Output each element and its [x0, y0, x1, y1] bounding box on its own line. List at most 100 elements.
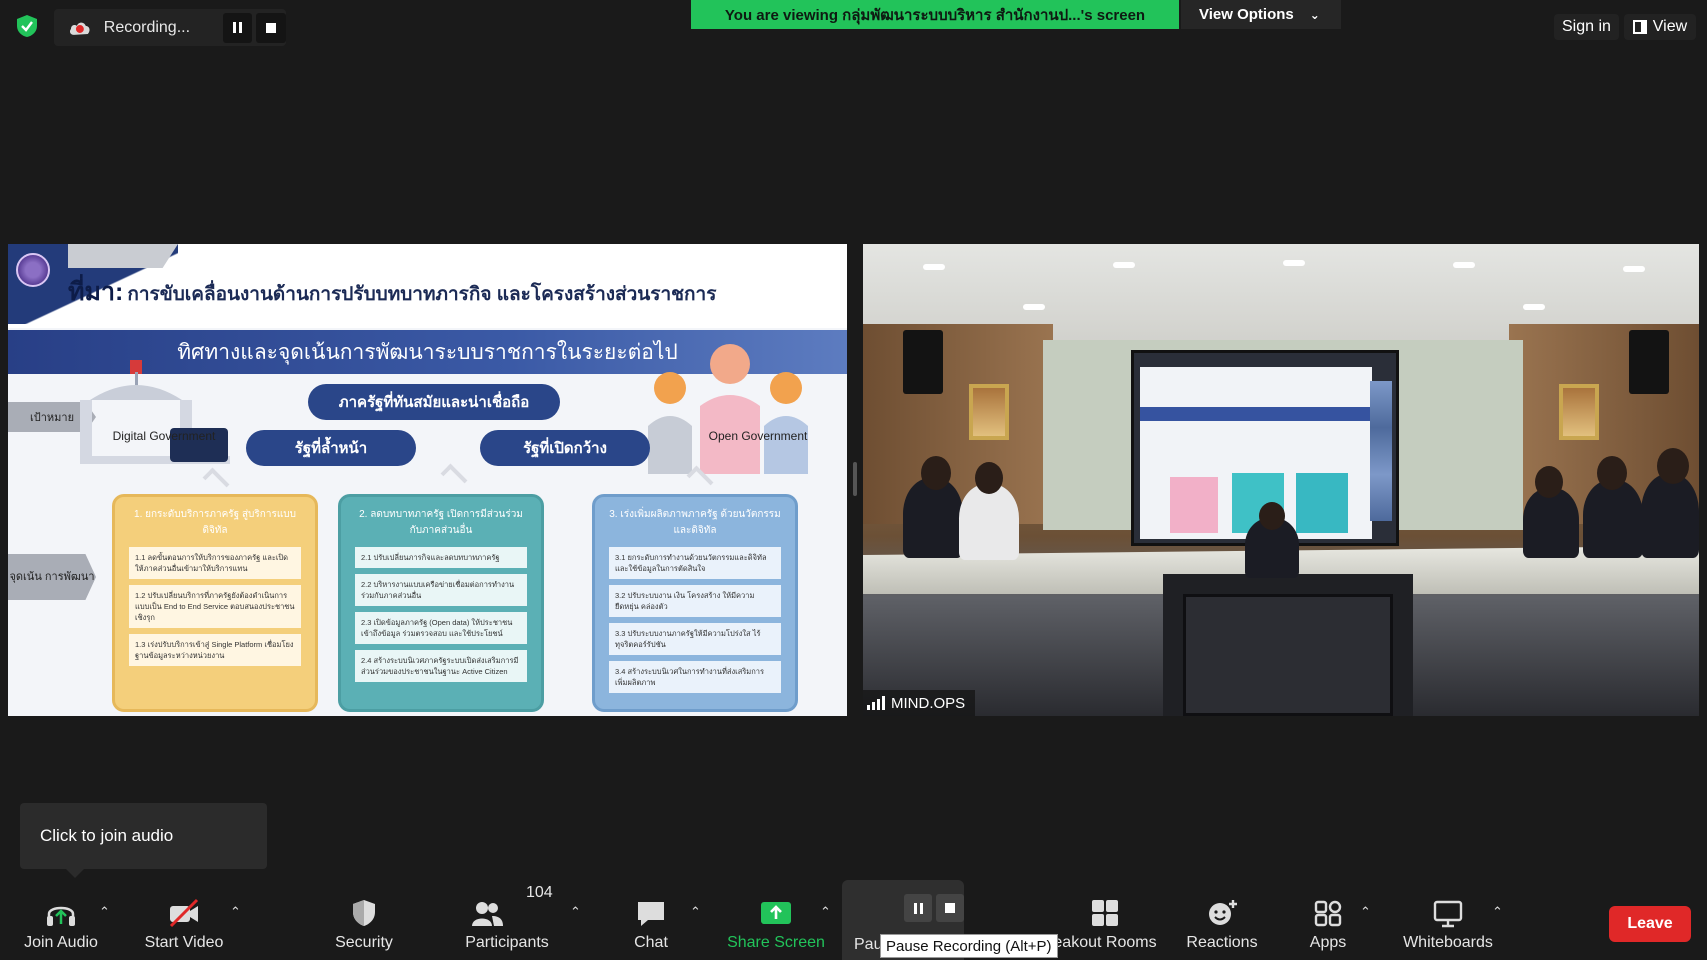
split-view-handle[interactable]: [853, 462, 857, 496]
attendee-head: [921, 456, 951, 490]
whiteboards-button[interactable]: Whiteboards: [1394, 880, 1502, 960]
list-item: 2.4 สร้างระบบนิเวศภาครัฐระบบเปิดส่งเสริม…: [355, 650, 527, 682]
projected-slide: [1140, 367, 1372, 539]
chat-button[interactable]: Chat: [616, 880, 686, 960]
participants-options-caret[interactable]: ⌃: [570, 904, 581, 920]
pause-recording-tooltip: Pause Recording (Alt+P): [880, 934, 1058, 958]
people-icon: [648, 344, 808, 474]
slide-title: ที่มา: การขับเคลื่อนงานด้านการปรับบทบาทภา…: [68, 272, 716, 312]
slide-header: ที่มา: การขับเคลื่อนงานด้านการปรับบทบาทภา…: [8, 244, 847, 328]
focus-column-2: 2. ลดบทบาทภาครัฐ เปิดการมีส่วนร่วมกับภาค…: [338, 494, 544, 712]
ceiling-light: [1113, 262, 1135, 268]
stop-recording-button[interactable]: [256, 12, 287, 43]
view-options-label: View Options: [1199, 6, 1294, 23]
list-item: 2.2 บริหารงานแบบเครือข่ายเชื่อมต่อการทำง…: [355, 574, 527, 606]
whiteboards-label: Whiteboards: [1403, 934, 1493, 951]
reactions-label: Reactions: [1186, 934, 1258, 951]
apps-options-caret[interactable]: ⌃: [1360, 904, 1371, 920]
recording-indicator: Recording...: [54, 9, 287, 46]
up-arrow-icon: [202, 467, 230, 495]
video-off-icon: [169, 898, 199, 928]
ceiling-light: [1523, 304, 1545, 310]
share-options-caret[interactable]: ⌃: [820, 904, 831, 920]
audio-options-caret[interactable]: ⌃: [99, 904, 110, 920]
pause-icon: [913, 902, 923, 914]
participant-name-tag: MIND.OPS: [863, 690, 976, 716]
attendee-head: [1259, 502, 1285, 530]
breakout-rooms-button[interactable]: eakout Rooms: [1050, 880, 1160, 960]
list-item: 2.1 ปรับเปลี่ยนภารกิจและลดบทบาทภาครัฐ: [355, 547, 527, 568]
start-video-button[interactable]: Start Video: [136, 880, 232, 960]
government-building-icon: [80, 360, 230, 464]
start-video-label: Start Video: [144, 934, 224, 951]
digital-government-label: Digital Government: [112, 429, 216, 443]
ceiling-light: [923, 264, 945, 270]
join-audio-tooltip[interactable]: Click to join audio: [20, 803, 267, 878]
attendee: [1641, 474, 1699, 558]
security-button[interactable]: Security: [324, 880, 404, 960]
attendee: [903, 478, 963, 558]
reactions-button[interactable]: Reactions: [1180, 880, 1264, 960]
participants-icon: [472, 902, 503, 926]
slide-corner-strip: [68, 244, 178, 268]
signal-strength-icon: [867, 696, 885, 710]
participants-button[interactable]: 104 Participants: [452, 880, 562, 960]
whiteboard-icon: [1433, 900, 1463, 928]
attendee-head: [975, 462, 1003, 494]
reactions-icon: [1209, 900, 1237, 925]
pause-icon: [232, 22, 242, 33]
slide-title-lead: ที่มา:: [68, 278, 124, 306]
goal-pill-main: ภาครัฐที่ทันสมัยและน่าเชื่อถือ: [308, 384, 560, 420]
recording-label: Recording...: [103, 18, 191, 36]
join-audio-button[interactable]: Join Audio: [16, 880, 106, 960]
up-arrow-icon: [440, 463, 468, 491]
attendee: [1583, 480, 1643, 558]
stop-recording-button[interactable]: [936, 894, 964, 922]
sign-in-button[interactable]: Sign in: [1554, 14, 1619, 40]
chat-options-caret[interactable]: ⌃: [690, 904, 701, 920]
column-heading: 3. เร่งเพิ่มผลิตภาพภาครัฐ ด้วยนวัตกรรมแล…: [609, 509, 781, 536]
ceiling-light: [1283, 260, 1305, 266]
list-item: 3.2 ปรับระบบงาน เงิน โครงสร้าง ให้มีความ…: [609, 585, 781, 617]
list-item: 3.3 ปรับระบบงานภาครัฐให้มีความโปร่งใส ไร…: [609, 623, 781, 655]
projected-band: [1140, 407, 1372, 421]
speaker: [1629, 330, 1669, 394]
shield-icon[interactable]: [16, 14, 38, 38]
slide-title-text: การขับเคลื่อนงานด้านการปรับบทบาทภารกิจ แ…: [127, 284, 717, 305]
participant-video[interactable]: MIND.OPS: [863, 244, 1699, 716]
join-audio-label: Join Audio: [24, 934, 98, 951]
projected-column: [1296, 473, 1348, 533]
attendee-head: [1657, 448, 1689, 484]
share-screen-icon: [761, 902, 791, 924]
column-heading: 1. ยกระดับบริการภาครัฐ สู่บริการแบบดิจิท…: [134, 509, 296, 536]
cloud-recording-icon: [69, 22, 90, 35]
list-item: 2.3 เปิดข้อมูลภาครัฐ (Open data) ให้ประช…: [355, 612, 527, 644]
portrait: [969, 384, 1009, 440]
focus-tag: จุดเน้น การพัฒนา: [8, 554, 96, 600]
shared-screen[interactable]: ที่มา: การขับเคลื่อนงานด้านการปรับบทบาทภา…: [8, 244, 847, 716]
whiteboards-options-caret[interactable]: ⌃: [1492, 904, 1503, 920]
agency-seal-icon: [16, 253, 50, 287]
goal-pill-advanced: รัฐที่ล้ำหน้า: [246, 430, 416, 466]
focus-column-1: 1. ยกระดับบริการภาครัฐ สู่บริการแบบดิจิท…: [112, 494, 318, 712]
pause-recording-button[interactable]: [222, 12, 253, 43]
list-item: 1.1 ลดขั้นตอนการให้บริการของภาครัฐ และเป…: [129, 547, 301, 579]
goal-pill-open: รัฐที่เปิดกว้าง: [480, 430, 650, 466]
breakout-rooms-label: eakout Rooms: [1053, 934, 1157, 951]
share-screen-button[interactable]: Share Screen: [722, 880, 830, 960]
leave-button[interactable]: Leave: [1609, 906, 1691, 942]
list-item: 3.1 ยกระดับการทำงานด้วยนวัตกรรมและดิจิทั…: [609, 547, 781, 579]
view-options-button[interactable]: View Options ⌄: [1181, 0, 1341, 29]
headphones-icon: [47, 906, 75, 926]
attendee-head: [1535, 466, 1563, 498]
apps-button[interactable]: Apps: [1296, 880, 1360, 960]
pause-recording-button[interactable]: [904, 894, 932, 922]
video-options-caret[interactable]: ⌃: [230, 904, 241, 920]
focus-column-3: 3. เร่งเพิ่มผลิตภาพภาครัฐ ด้วยนวัตกรรมแล…: [592, 494, 798, 712]
layout-icon: [1632, 20, 1647, 34]
share-screen-label: Share Screen: [727, 934, 825, 951]
chat-label: Chat: [634, 934, 668, 951]
view-button[interactable]: View: [1624, 14, 1696, 40]
tv-monitor: [1183, 594, 1393, 716]
attendee: [1523, 488, 1579, 558]
